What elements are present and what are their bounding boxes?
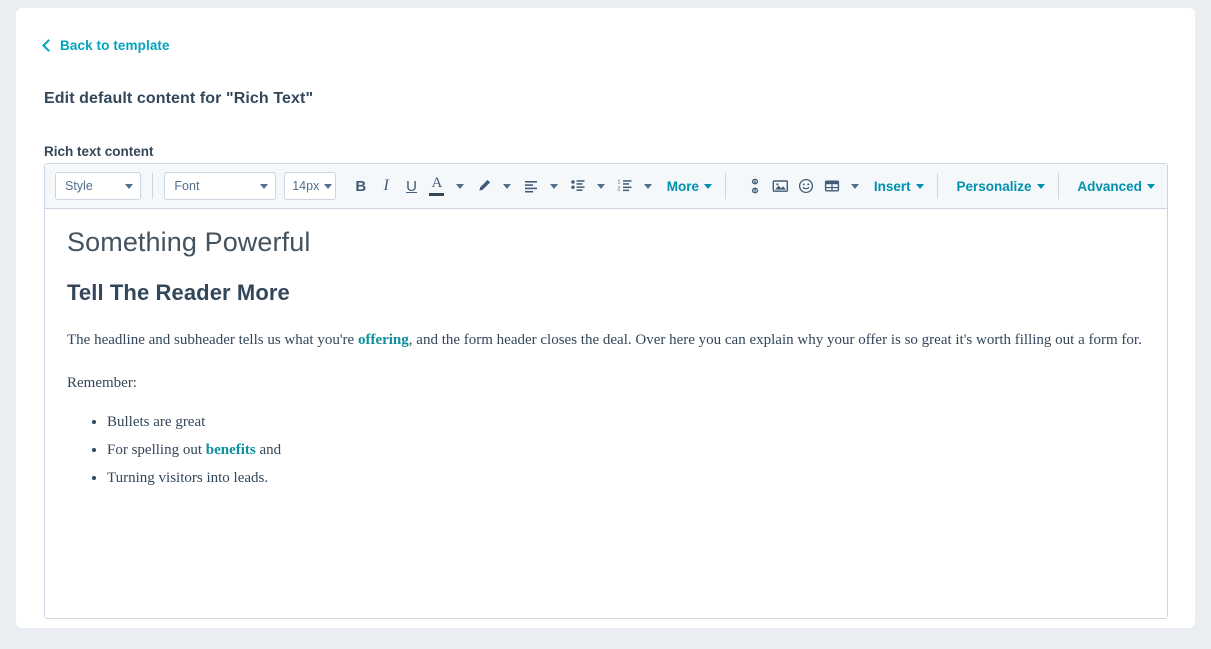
toolbar-divider — [1058, 173, 1059, 199]
underline-button[interactable]: U — [399, 172, 424, 200]
bulleted-list-icon — [570, 178, 586, 194]
numbered-list-icon: 1 2 — [617, 178, 633, 194]
insert-label: Insert — [874, 179, 911, 194]
list-item-text-before: Bullets are great — [107, 414, 205, 430]
table-dropdown[interactable] — [844, 172, 860, 200]
numbered-list-button[interactable]: 1 2 — [612, 172, 637, 200]
chevron-down-icon — [550, 184, 558, 189]
list-item-text-before: Turning visitors into leads. — [107, 470, 268, 486]
content-card: Back to template Edit default content fo… — [16, 8, 1195, 628]
advanced-button[interactable]: Advanced — [1071, 172, 1161, 200]
editor-content-area[interactable]: Something Powerful Tell The Reader More … — [45, 209, 1167, 618]
font-color-letter: A — [432, 176, 443, 191]
toolbar-divider — [937, 173, 938, 199]
editor-heading-1: Something Powerful — [67, 227, 1145, 258]
rich-text-content-label: Rich text content — [44, 144, 154, 159]
style-select[interactable]: Style — [55, 172, 141, 200]
back-to-template-link[interactable]: Back to template — [44, 38, 170, 53]
editor-bullet-list: Bullets are great For spelling out benef… — [67, 411, 1145, 491]
emoji-button[interactable] — [794, 172, 819, 200]
chevron-down-icon — [597, 184, 605, 189]
more-button[interactable]: More — [661, 172, 718, 200]
editor-toolbar: Style Font 14px B I U — [45, 164, 1167, 209]
link-icon — [747, 178, 763, 194]
style-select-value: Style — [65, 179, 93, 193]
chevron-left-icon — [42, 39, 55, 52]
list-item: Turning visitors into leads. — [107, 467, 1145, 490]
chevron-down-icon — [503, 184, 511, 189]
chevron-down-icon — [644, 184, 652, 189]
personalize-button[interactable]: Personalize — [950, 172, 1050, 200]
font-select[interactable]: Font — [164, 172, 276, 200]
advanced-label: Advanced — [1077, 179, 1142, 194]
toolbar-divider — [725, 173, 726, 199]
editor-heading-2: Tell The Reader More — [67, 280, 1145, 306]
editor-remember-label: Remember: — [67, 373, 1145, 395]
insert-button[interactable]: Insert — [868, 172, 930, 200]
bold-icon: B — [355, 179, 366, 194]
highlight-pencil-icon — [476, 178, 492, 194]
chevron-down-icon — [851, 184, 859, 189]
font-size-select-value: 14px — [292, 179, 319, 193]
font-select-value: Font — [174, 179, 199, 193]
font-color-icon: A — [429, 176, 444, 196]
bold-button[interactable]: B — [348, 172, 373, 200]
list-item-text-after: and — [256, 442, 281, 458]
image-button[interactable] — [768, 172, 793, 200]
align-button[interactable] — [518, 172, 543, 200]
paragraph-highlight-offering: offering — [358, 332, 409, 348]
underline-icon: U — [406, 179, 417, 194]
link-button[interactable] — [743, 172, 768, 200]
chevron-down-icon — [456, 184, 464, 189]
chevron-down-icon — [1037, 184, 1045, 189]
more-label: More — [667, 179, 699, 194]
chevron-down-icon — [260, 184, 268, 189]
highlight-dropdown[interactable] — [497, 172, 513, 200]
list-item-highlight-benefits: benefits — [206, 442, 256, 458]
align-dropdown[interactable] — [543, 172, 559, 200]
editor-paragraph: The headline and subheader tells us what… — [67, 330, 1145, 352]
highlight-button[interactable] — [471, 172, 496, 200]
table-icon — [824, 178, 840, 194]
back-to-template-label: Back to template — [60, 38, 170, 53]
toolbar-divider — [152, 173, 153, 199]
font-color-swatch — [429, 193, 444, 196]
font-color-dropdown[interactable] — [450, 172, 466, 200]
numbered-list-dropdown[interactable] — [637, 172, 653, 200]
emoji-icon — [798, 178, 814, 194]
chevron-down-icon — [704, 184, 712, 189]
list-item: Bullets are great — [107, 411, 1145, 434]
svg-text:1: 1 — [617, 180, 620, 186]
bulleted-list-dropdown[interactable] — [590, 172, 606, 200]
italic-button[interactable]: I — [373, 172, 398, 200]
personalize-label: Personalize — [956, 179, 1031, 194]
page-title: Edit default content for "Rich Text" — [44, 90, 313, 108]
paragraph-text-after: , and the form header closes the deal. O… — [409, 332, 1142, 348]
svg-text:2: 2 — [617, 186, 620, 192]
rich-text-editor: Style Font 14px B I U — [44, 163, 1168, 619]
list-item-text-before: For spelling out — [107, 442, 206, 458]
table-button[interactable] — [819, 172, 844, 200]
chevron-down-icon — [1147, 184, 1155, 189]
italic-icon: I — [383, 178, 388, 194]
bulleted-list-button[interactable] — [565, 172, 590, 200]
list-item: For spelling out benefits and — [107, 439, 1145, 462]
chevron-down-icon — [324, 184, 332, 189]
align-left-icon — [523, 178, 539, 194]
chevron-down-icon — [125, 184, 133, 189]
chevron-down-icon — [916, 184, 924, 189]
font-color-button[interactable]: A — [424, 172, 449, 200]
image-icon — [772, 178, 789, 194]
paragraph-text-before: The headline and subheader tells us what… — [67, 332, 358, 348]
font-size-select[interactable]: 14px — [284, 172, 336, 200]
